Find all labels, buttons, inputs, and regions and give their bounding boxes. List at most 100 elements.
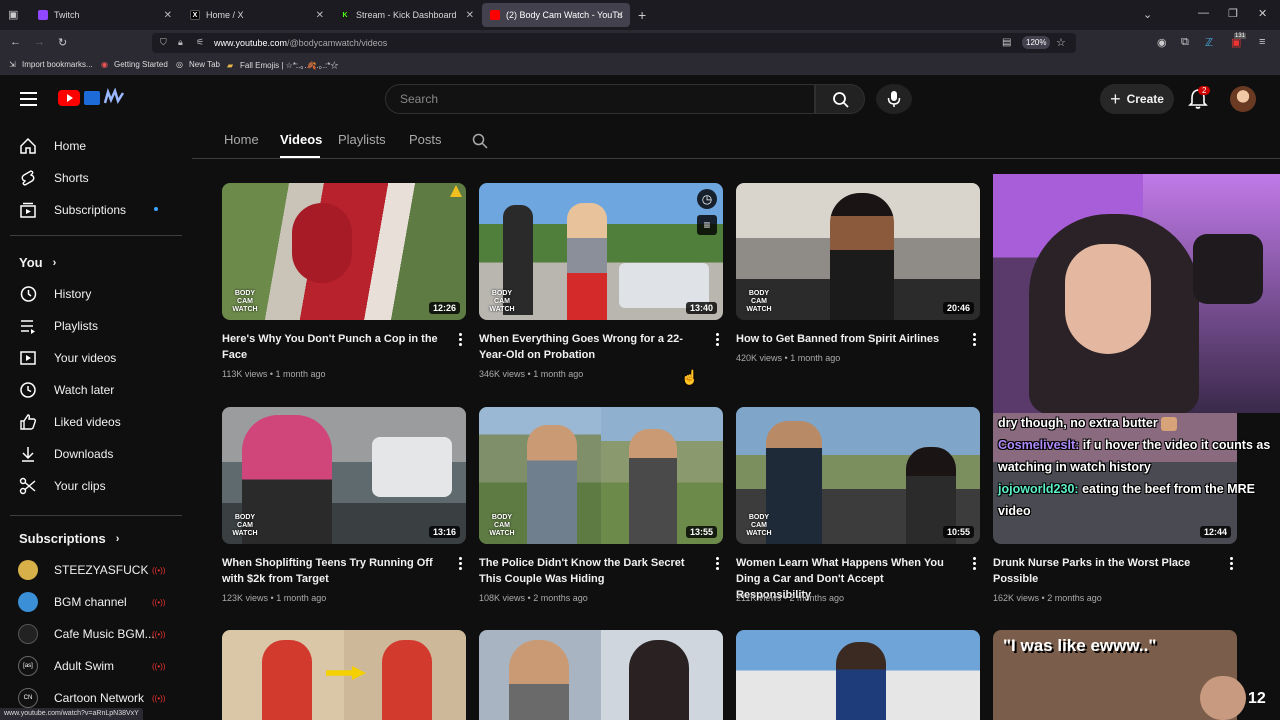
sidebar-sub-cafe-music[interactable]: Cafe Music BGM... ((•)) <box>10 619 182 649</box>
youtube-logo-icon[interactable] <box>58 90 80 106</box>
reader-view-icon[interactable]: ▤ <box>1002 37 1011 48</box>
channel-search-icon[interactable] <box>472 133 488 149</box>
add-to-queue-icon[interactable]: ≡ <box>697 215 717 235</box>
restore-icon[interactable]: ❐ <box>1228 7 1238 20</box>
tabs-divider <box>192 158 1280 159</box>
account-avatar[interactable] <box>1230 86 1256 112</box>
hamburger-menu-icon[interactable] <box>20 92 37 106</box>
search-input[interactable]: Search <box>385 84 815 114</box>
search-placeholder: Search <box>400 92 439 106</box>
sidebar-sub-adult-swim[interactable]: [as] Adult Swim ((•)) <box>10 651 182 681</box>
thumbnail-figure <box>629 429 677 544</box>
thumbnail-figure <box>766 421 822 544</box>
permissions-icon[interactable]: ⚟ <box>196 37 204 48</box>
tab-overview-icon[interactable]: ▣ <box>8 8 18 21</box>
sidebar-item-downloads[interactable]: Downloads <box>10 439 182 469</box>
sidebar-item-your-videos[interactable]: Your videos <box>10 343 182 373</box>
app-menu-icon[interactable]: ≡ <box>1259 36 1265 48</box>
sidebar-sub-steezyasfuck[interactable]: STEEZYASFUCK ((•)) <box>10 555 182 585</box>
close-tab-icon[interactable]: ✕ <box>466 10 474 21</box>
video-duration: 12:26 <box>428 302 460 314</box>
forward-icon[interactable]: → <box>34 36 45 48</box>
reload-icon[interactable]: ↻ <box>58 36 67 49</box>
you-header-label: You <box>19 255 43 270</box>
bookmark-star-icon[interactable]: ☆ <box>1056 36 1066 49</box>
video-title[interactable]: Drunk Nurse Parks in the Worst Place Pos… <box>993 555 1215 587</box>
minimize-icon[interactable]: — <box>1198 7 1209 19</box>
sidebar-subscriptions-header[interactable]: Subscriptions › <box>19 531 119 546</box>
video-thumbnail[interactable]: "I was like ewww.." <box>993 630 1237 720</box>
video-thumbnail[interactable]: ◷ ≡ BODY CAM WATCH 13:40 <box>479 183 723 320</box>
tab-playlists[interactable]: Playlists <box>338 132 386 147</box>
search-button[interactable] <box>815 84 865 114</box>
browser-tab-youtube[interactable]: (2) Body Cam Watch - YouTube ✕ <box>482 3 630 27</box>
video-age: 2 months ago <box>533 593 588 603</box>
video-thumbnail[interactable] <box>479 630 723 720</box>
video-title[interactable]: Here's Why You Don't Punch a Cop in the … <box>222 331 444 363</box>
thumbnail-figure <box>629 640 689 720</box>
extension-logo-icon[interactable]: ℤ <box>1205 36 1213 49</box>
live-icon: ((•)) <box>152 630 166 639</box>
video-title[interactable]: When Shoplifting Teens Try Running Off w… <box>222 555 444 587</box>
bookmark-getting-started[interactable]: ◉ Getting Started <box>101 60 168 69</box>
voice-search-button[interactable] <box>876 84 912 114</box>
browser-tab-x[interactable]: X Home / X ✕ <box>182 3 330 27</box>
browser-tab-kick[interactable]: K Stream - Kick Dashboard ✕ <box>332 3 480 27</box>
close-tab-icon[interactable]: ✕ <box>164 10 172 21</box>
lock-icon[interactable]: 🔒︎ <box>178 37 183 48</box>
tab-videos[interactable]: Videos <box>280 132 322 147</box>
zoom-level-badge[interactable]: 120% <box>1022 36 1051 49</box>
thumbnail-figure <box>567 203 607 320</box>
url-host: www.youtube.com <box>214 38 288 48</box>
video-title[interactable]: The Police Didn't Know the Dark Secret T… <box>479 555 701 587</box>
video-thumbnail[interactable] <box>736 630 980 720</box>
hand-cursor-icon: ☝ <box>681 369 699 385</box>
video-more-icon[interactable] <box>715 557 719 571</box>
address-bar[interactable]: ⛉ 🔒︎ ⚟ www.youtube.com/@bodycamwatch/vid… <box>152 33 1076 53</box>
sidebar-item-history[interactable]: History <box>10 279 182 309</box>
bookmark-fall-emojis[interactable]: ▰ Fall Emojis | ☆*:.｡.🍂.｡.:*☆ <box>227 60 338 71</box>
sidebar-item-home[interactable]: Home <box>10 131 182 161</box>
video-title[interactable]: How to Get Banned from Spirit Airlines <box>736 331 958 347</box>
sidebar-item-shorts[interactable]: Shorts <box>10 163 182 193</box>
video-thumbnail[interactable]: BODY CAM WATCH 10:55 <box>736 407 980 544</box>
video-title[interactable]: When Everything Goes Wrong for a 22-Year… <box>479 331 701 363</box>
sidebar-item-label: STEEZYASFUCK <box>54 563 149 577</box>
video-more-icon[interactable] <box>458 557 462 571</box>
close-window-icon[interactable]: ✕ <box>1258 7 1267 20</box>
video-more-icon[interactable] <box>972 333 976 347</box>
sidebar-item-playlists[interactable]: Playlists <box>10 311 182 341</box>
sidebar-item-subscriptions[interactable]: Subscriptions <box>10 195 182 225</box>
browser-tab-twitch[interactable]: Twitch ✕ <box>30 3 178 27</box>
notifications-button[interactable]: 2 <box>1188 86 1211 115</box>
video-more-icon[interactable] <box>458 333 462 347</box>
close-tab-icon[interactable]: ✕ <box>616 10 624 21</box>
tab-home[interactable]: Home <box>224 132 259 147</box>
video-thumbnail[interactable] <box>222 630 466 720</box>
bookmark-import[interactable]: ⇲ Import bookmarks... <box>9 60 93 69</box>
video-more-icon[interactable] <box>715 333 719 347</box>
video-thumbnail[interactable]: BODY CAM WATCH 13:55 <box>479 407 723 544</box>
create-button[interactable]: + Create <box>1100 84 1174 114</box>
close-tab-icon[interactable]: ✕ <box>316 10 324 21</box>
active-tab-indicator <box>280 156 320 158</box>
watch-later-icon[interactable]: ◷ <box>697 189 717 209</box>
list-all-tabs-icon[interactable]: ⌄ <box>1143 8 1152 21</box>
sidebar-item-liked-videos[interactable]: Liked videos <box>10 407 182 437</box>
account-icon[interactable]: ◉ <box>1157 36 1167 49</box>
video-thumbnail[interactable]: BODY CAM WATCH 13:16 <box>222 407 466 544</box>
new-tab-icon[interactable]: + <box>638 7 646 23</box>
back-icon[interactable]: ← <box>10 36 21 48</box>
sidebar-item-watch-later[interactable]: Watch later <box>10 375 182 405</box>
shield-icon[interactable]: ⛉ <box>160 37 167 48</box>
tab-posts[interactable]: Posts <box>409 132 442 147</box>
video-more-icon[interactable] <box>972 557 976 571</box>
sidebar-sub-bgm-channel[interactable]: BGM channel ((•)) <box>10 587 182 617</box>
sidebar-you-header[interactable]: You › <box>19 255 56 270</box>
sidebar-item-your-clips[interactable]: Your clips <box>10 471 182 501</box>
bookmark-new-tab[interactable]: ◎ New Tab <box>176 60 220 69</box>
extensions-icon[interactable]: ⧉ <box>1181 36 1189 49</box>
video-thumbnail[interactable]: BODY CAM WATCH 20:46 <box>736 183 980 320</box>
video-more-icon[interactable] <box>1229 557 1233 571</box>
video-thumbnail[interactable]: BODY CAM WATCH 12:26 <box>222 183 466 320</box>
